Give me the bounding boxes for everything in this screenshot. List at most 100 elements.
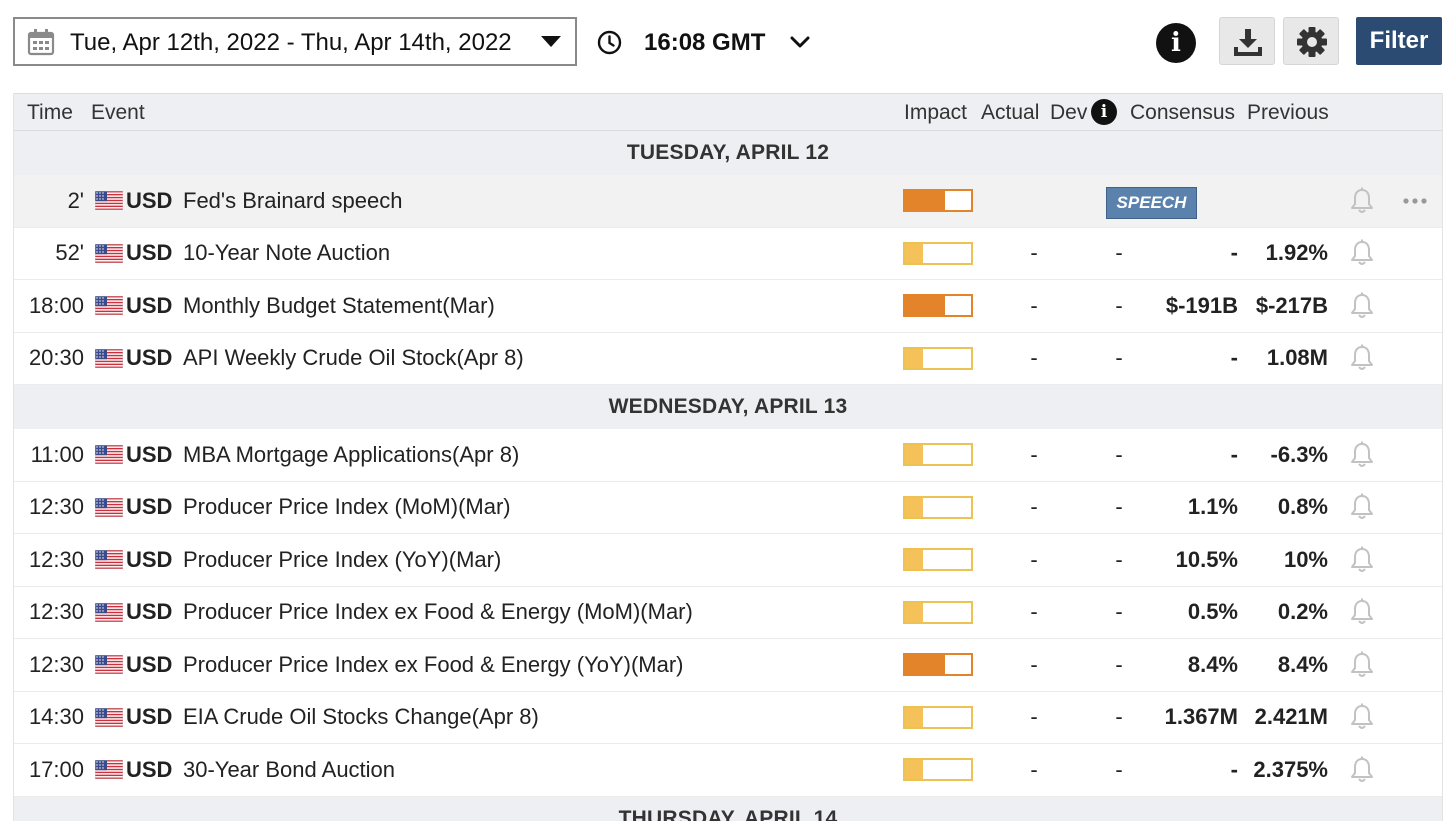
date-range-picker[interactable]: Tue, Apr 12th, 2022 - Thu, Apr 14th, 202… [13, 17, 577, 66]
economic-calendar-table: Time Event Impact Actual Dev i Consensus… [13, 93, 1443, 821]
table-row[interactable]: 12:30 USD Producer Price Index ex Food & E… [14, 586, 1442, 639]
country-flag [95, 587, 123, 639]
table-row[interactable]: 12:30 USD Producer Price Index (MoM)(Mar) -… [14, 481, 1442, 534]
event-time: 2' [67, 187, 84, 213]
toolbar: Tue, Apr 12th, 2022 - Thu, Apr 14th, 202… [0, 0, 1456, 86]
event-name[interactable]: MBA Mortgage Applications(Apr 8) [183, 429, 519, 481]
column-header-actual[interactable]: Actual [981, 101, 1039, 125]
alert-cell[interactable] [1349, 175, 1377, 227]
country-flag [95, 175, 123, 227]
bell-icon[interactable] [1349, 239, 1375, 267]
event-name[interactable]: Producer Price Index (YoY)(Mar) [183, 534, 501, 586]
alert-cell[interactable] [1349, 587, 1377, 639]
alert-cell[interactable] [1349, 692, 1377, 744]
impact-indicator [903, 600, 973, 624]
bell-icon[interactable] [1349, 703, 1375, 731]
bell-icon[interactable] [1349, 756, 1375, 784]
filter-button[interactable]: Filter [1356, 17, 1442, 65]
event-name[interactable]: Producer Price Index (MoM)(Mar) [183, 482, 511, 534]
bell-icon[interactable] [1349, 546, 1375, 574]
calendar-icon [27, 29, 55, 56]
alert-cell[interactable] [1349, 333, 1377, 385]
impact-fill [905, 655, 945, 675]
column-header-consensus[interactable]: Consensus [1130, 101, 1235, 125]
us-flag-icon [95, 655, 123, 675]
table-row[interactable]: 14:30 USD EIA Crude Oil Stocks Change(Apr … [14, 691, 1442, 744]
bell-icon[interactable] [1349, 493, 1375, 521]
event-currency: USD [126, 546, 173, 572]
bell-icon[interactable] [1349, 598, 1375, 626]
country-flag [95, 228, 123, 280]
impact-fill [905, 191, 945, 211]
table-row[interactable]: 12:30 USD Producer Price Index ex Food & E… [14, 639, 1442, 692]
consensus-value: 10.5% [1175, 546, 1238, 572]
actual-value: - [1030, 651, 1038, 677]
table-row[interactable]: 20:30 USD API Weekly Crude Oil Stock(Apr 8… [14, 332, 1442, 385]
bell-icon[interactable] [1349, 651, 1375, 679]
column-header-impact[interactable]: Impact [904, 101, 967, 125]
event-currency: USD [126, 651, 173, 677]
bell-icon[interactable] [1349, 344, 1375, 372]
table-row[interactable]: 17:00 USD 30-Year Bond Auction - - -2.375% [14, 744, 1442, 797]
download-button[interactable] [1219, 17, 1275, 65]
alert-cell[interactable] [1349, 744, 1377, 796]
country-flag [95, 744, 123, 796]
table-row[interactable]: 11:00 USD MBA Mortgage Applications(Apr 8)… [14, 429, 1442, 482]
settings-button[interactable] [1283, 17, 1339, 65]
info-icon[interactable]: i [1156, 23, 1196, 63]
table-row[interactable]: 2' USD Fed's Brainard speech SPEECH [14, 175, 1442, 228]
event-time: 11:00 [30, 441, 84, 467]
bell-icon[interactable] [1349, 292, 1375, 320]
table-row[interactable]: 52' USD 10-Year Note Auction - - -1.92% [14, 227, 1442, 280]
alert-cell[interactable] [1349, 482, 1377, 534]
actual-value: - [1030, 546, 1038, 572]
event-name[interactable]: EIA Crude Oil Stocks Change(Apr 8) [183, 692, 539, 744]
alert-cell[interactable] [1349, 280, 1377, 332]
impact-fill [905, 550, 924, 570]
event-name[interactable]: Monthly Budget Statement(Mar) [183, 280, 495, 332]
consensus-value: $-191B [1165, 292, 1238, 318]
previous-value: 0.2% [1277, 599, 1328, 625]
event-name[interactable]: 30-Year Bond Auction [183, 744, 395, 796]
impact-cell [903, 429, 973, 481]
more-options[interactable] [1402, 175, 1428, 227]
consensus-value: - [1230, 441, 1238, 467]
bell-icon[interactable] [1349, 187, 1375, 215]
actual-value: - [1030, 441, 1038, 467]
event-name[interactable]: Fed's Brainard speech [183, 175, 402, 227]
event-name[interactable]: Producer Price Index ex Food & Energy (M… [183, 587, 693, 639]
event-currency: USD [126, 494, 173, 520]
event-name[interactable]: Producer Price Index ex Food & Energy (Y… [183, 639, 684, 691]
alert-cell[interactable] [1349, 534, 1377, 586]
event-name[interactable]: 10-Year Note Auction [183, 228, 390, 280]
chevron-down-icon[interactable] [789, 31, 811, 53]
impact-indicator [903, 495, 973, 519]
actual-value: - [1030, 292, 1038, 318]
impact-cell [903, 175, 973, 227]
event-name[interactable]: API Weekly Crude Oil Stock(Apr 8) [183, 333, 524, 385]
table-row[interactable]: 12:30 USD Producer Price Index (YoY)(Mar) -… [14, 534, 1442, 587]
bell-icon[interactable] [1349, 441, 1375, 469]
column-header-event[interactable]: Event [91, 101, 145, 125]
us-flag-icon [95, 296, 123, 316]
us-flag-icon [95, 497, 123, 517]
timezone-label[interactable]: 16:08 GMT [644, 29, 765, 57]
us-flag-icon [95, 348, 123, 368]
alert-cell[interactable] [1349, 228, 1377, 280]
alert-cell[interactable] [1349, 429, 1377, 481]
event-time: 14:30 [28, 704, 84, 730]
dev-info-icon[interactable]: i [1091, 99, 1117, 125]
column-header-previous[interactable]: Previous [1247, 101, 1329, 125]
table-row[interactable]: 18:00 USD Monthly Budget Statement(Mar) - - $… [14, 280, 1442, 333]
impact-indicator [903, 241, 973, 265]
column-header-dev[interactable]: Dev [1050, 101, 1087, 125]
previous-value: 2.421M [1254, 704, 1328, 730]
impact-indicator [903, 548, 973, 572]
clock-icon [597, 30, 622, 55]
country-flag [95, 692, 123, 744]
event-time: 12:30 [28, 651, 84, 677]
column-header-time[interactable]: Time [27, 101, 73, 125]
alert-cell[interactable] [1349, 639, 1377, 691]
impact-fill [905, 445, 924, 465]
more-options-icon[interactable] [1402, 197, 1428, 205]
